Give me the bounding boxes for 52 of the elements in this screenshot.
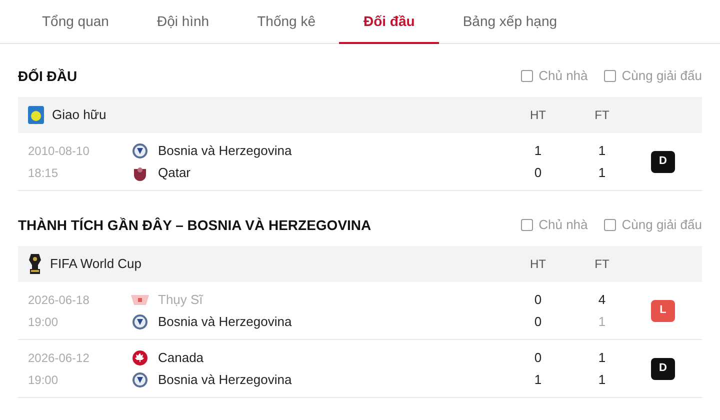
league-logo-icon: [28, 106, 44, 124]
crest-icon: [132, 164, 148, 180]
column-header: FT: [594, 107, 610, 124]
tab[interactable]: Đội hình: [132, 0, 234, 44]
checkbox[interactable]: [520, 219, 533, 231]
result-badge: L: [651, 300, 675, 322]
halftime-score: 0: [534, 164, 542, 182]
section-title: ĐỐI ĐẦU: [18, 66, 78, 86]
column-header: HT: [529, 107, 547, 124]
tab[interactable]: Đối đầu: [339, 0, 439, 44]
checkbox[interactable]: [604, 70, 616, 82]
league-name: Giao hữu: [52, 106, 108, 124]
match-time: 19:00: [28, 314, 60, 330]
team-name: Bosnia và Herzegovina: [158, 370, 292, 389]
trophy-icon: [28, 254, 42, 274]
tab[interactable]: Thống kê: [233, 0, 340, 44]
team-name: Thụy Sĩ: [158, 290, 203, 309]
fulltime-score: 1: [598, 370, 606, 388]
crest-icon: [130, 292, 150, 306]
team-name: Bosnia và Herzegovina: [158, 142, 292, 160]
column-header: FT: [594, 256, 610, 273]
league-name: FIFA World Cup: [50, 255, 143, 274]
checkbox[interactable]: [604, 219, 616, 231]
team-name: Qatar: [158, 164, 191, 182]
shield-badge-icon: [132, 372, 148, 388]
shield-badge-icon: [132, 142, 148, 158]
tab[interactable]: Bảng xếp hạng: [438, 0, 582, 44]
checkbox[interactable]: [520, 70, 533, 82]
leaf-crest-icon: [132, 350, 148, 366]
halftime-score: 0: [534, 348, 542, 366]
fulltime-score: 1: [598, 164, 606, 182]
halftime-score: 1: [534, 370, 542, 388]
team-name: Bosnia và Herzegovina: [158, 312, 292, 331]
fulltime-score: 4: [598, 290, 606, 308]
match-date: 2026-06-18: [28, 292, 90, 308]
match-date: 2026-06-12: [28, 350, 90, 366]
shield-badge-icon: [132, 314, 148, 330]
halftime-score: 1: [534, 142, 542, 160]
fulltime-score: 1: [598, 142, 606, 160]
result-badge: D: [651, 358, 675, 380]
match-time: 18:15: [28, 164, 60, 182]
fulltime-score: 1: [598, 348, 606, 366]
section-title: THÀNH TÍCH GẦN ĐÂY – BOSNIA VÀ HERZEGOVINA: [18, 216, 372, 234]
halftime-score: 0: [534, 290, 542, 308]
fulltime-score: 1: [598, 312, 606, 330]
halftime-score: 0: [534, 312, 542, 330]
column-header: HT: [529, 256, 547, 273]
match-date: 2010-08-10: [28, 142, 90, 160]
team-name: Canada: [158, 348, 204, 367]
match-time: 19:00: [28, 372, 60, 388]
result-badge: D: [651, 150, 675, 172]
tab[interactable]: Tổng quan: [18, 0, 133, 44]
